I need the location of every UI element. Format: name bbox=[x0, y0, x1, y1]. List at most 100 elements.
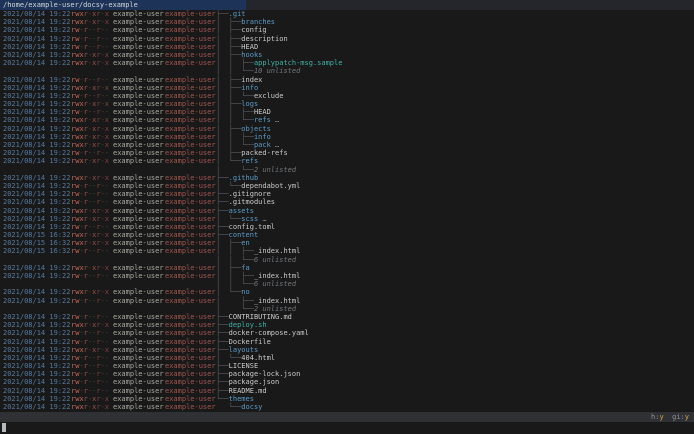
tree-row[interactable]: 2021/08/15 16:32 rwxr-xr-x example-user exa… bbox=[0, 239, 694, 247]
tree-row[interactable]: 2021/08/14 19:22 rw-r--r-- example-user exa… bbox=[0, 26, 694, 34]
file-permissions: rw-r--r-- bbox=[71, 42, 109, 51]
node-name: .gitignore bbox=[228, 190, 271, 199]
file-group: example-user bbox=[165, 231, 216, 240]
tree-row[interactable]: 2021/08/14 19:22 rw-r--r-- example-user exa… bbox=[0, 338, 694, 346]
file-owner: example-user bbox=[113, 370, 164, 379]
file-date: 2021/08/14 19:22 bbox=[3, 394, 71, 403]
tree-row[interactable]: 2021/08/14 19:22 rw-r--r-- example-user exa… bbox=[0, 149, 694, 157]
tree-row[interactable]: │ │ └── 10 unlisted bbox=[0, 67, 694, 75]
file-group: example-user bbox=[165, 378, 216, 387]
file-owner: example-user bbox=[113, 116, 164, 125]
tree-row[interactable]: 2021/08/14 19:22 rw-r--r-- example-user exa… bbox=[0, 182, 694, 190]
tree-row[interactable]: 2021/08/14 19:22 rw-r--r-- example-user exa… bbox=[0, 370, 694, 378]
tree-row[interactable]: │ │ └── 6 unlisted bbox=[0, 256, 694, 264]
tree-row[interactable]: 2021/08/14 19:22 rwxr-xr-x example-user exa… bbox=[0, 157, 694, 165]
node-name: 6 unlisted bbox=[253, 280, 297, 289]
tree-row[interactable]: 2021/08/15 16:32 rw-r--r-- example-user exa… bbox=[0, 247, 694, 255]
tree-row[interactable]: 2021/08/14 19:22 rwxr-xr-x example-user exa… bbox=[0, 288, 694, 296]
file-date bbox=[3, 256, 71, 264]
tree-row[interactable]: 2021/08/14 19:22 rw-r--r-- example-user exa… bbox=[0, 362, 694, 370]
file-owner bbox=[113, 256, 165, 264]
node-name: .gitmodules bbox=[228, 198, 276, 207]
file-group: example-user bbox=[165, 214, 216, 223]
tree-row[interactable]: 2021/08/15 16:32 rwxr-xr-x example-user exa… bbox=[0, 231, 694, 239]
node-name: package.json bbox=[228, 378, 280, 387]
file-date bbox=[3, 280, 71, 288]
tree-row[interactable]: 2021/08/14 19:22 rw-r--r-- example-user exa… bbox=[0, 223, 694, 231]
file-group: example-user bbox=[165, 83, 216, 92]
tree-row[interactable]: 2021/08/14 19:22 rw-r--r-- example-user exa… bbox=[0, 92, 694, 100]
tree-row[interactable]: 2021/08/14 19:22 rw-r--r-- example-user exa… bbox=[0, 108, 694, 116]
file-permissions: rw-r--r-- bbox=[71, 378, 109, 387]
tree-row[interactable]: 2021/08/14 19:22 rw-r--r-- example-user exa… bbox=[0, 35, 694, 43]
file-date: 2021/08/14 19:22 bbox=[3, 378, 71, 387]
file-date: 2021/08/14 19:22 bbox=[3, 198, 71, 207]
tree-row[interactable]: 2021/08/14 19:22 rwxr-xr-x example-user exa… bbox=[0, 141, 694, 149]
file-owner: example-user bbox=[113, 26, 164, 35]
node-name: no bbox=[241, 288, 250, 297]
current-path[interactable]: /home/example-user/docsy-example bbox=[0, 0, 246, 10]
tree-row[interactable]: 2021/08/14 19:22 rwxr-xr-x example-user exa… bbox=[0, 321, 694, 329]
tree-row[interactable]: 2021/08/14 19:22 rwxr-xr-x example-user exa… bbox=[0, 59, 694, 67]
tree-row[interactable]: 2021/08/14 19:22 rwxr-xr-x example-user exa… bbox=[0, 116, 694, 124]
file-owner: example-user bbox=[113, 124, 164, 133]
file-group: example-user bbox=[165, 222, 216, 231]
tree-row[interactable]: │ └── 2 unlisted bbox=[0, 305, 694, 313]
file-permissions: rw-r--r-- bbox=[71, 108, 109, 117]
tree-branch: │ ├── bbox=[216, 124, 242, 133]
node-name: _index.html bbox=[253, 247, 301, 256]
node-name: _index.html bbox=[253, 272, 301, 280]
file-permissions: rwxr-xr-x bbox=[71, 263, 109, 272]
tree-row[interactable]: 2021/08/14 19:22 rwxr-xr-x example-user exa… bbox=[0, 125, 694, 133]
tree-row[interactable]: 2021/08/14 19:22 rwxr-xr-x example-user exa… bbox=[0, 346, 694, 354]
tree-row[interactable]: 2021/08/14 19:22 rw-r--r-- example-user exa… bbox=[0, 313, 694, 321]
file-group: example-user bbox=[165, 312, 216, 321]
tree-row[interactable]: 2021/08/14 19:22 rw-r--r-- example-user exa… bbox=[0, 76, 694, 84]
tree-row[interactable]: 2021/08/14 19:22 rw-r--r-- example-user exa… bbox=[0, 329, 694, 337]
tree-row[interactable]: 2021/08/14 19:22 rwxr-xr-x example-user exa… bbox=[0, 84, 694, 92]
file-group: example-user bbox=[165, 116, 216, 125]
search-input-line[interactable] bbox=[0, 422, 694, 434]
tree-row[interactable]: 2021/08/14 19:22 rw-r--r-- example-user exa… bbox=[0, 190, 694, 198]
file-owner: example-user bbox=[113, 312, 164, 321]
file-owner: example-user bbox=[113, 108, 164, 117]
tree-row[interactable]: 2021/08/14 19:22 rwxr-xr-x example-user exa… bbox=[0, 264, 694, 272]
tree-row[interactable]: 2021/08/14 19:22 rwxr-xr-x example-user exa… bbox=[0, 133, 694, 141]
tree-row[interactable]: 2021/08/14 19:22 rw-r--r-- example-user exa… bbox=[0, 198, 694, 206]
node-name: layouts bbox=[228, 345, 259, 354]
file-date: 2021/08/14 19:22 bbox=[3, 345, 71, 354]
file-owner: example-user bbox=[113, 403, 164, 411]
file-owner: example-user bbox=[113, 141, 164, 149]
file-permissions: rw-r--r-- bbox=[71, 222, 109, 231]
file-date: 2021/08/14 19:22 bbox=[3, 91, 71, 100]
file-permissions: rw-r--r-- bbox=[71, 247, 109, 256]
file-permissions: rwxr-xr-x bbox=[71, 239, 109, 248]
tree-row[interactable]: 2021/08/14 19:22 rw-r--r-- example-user exa… bbox=[0, 378, 694, 386]
tree-row[interactable]: 2021/08/14 19:22 rw-r--r-- example-user exa… bbox=[0, 272, 694, 280]
flag-label: gi: bbox=[672, 413, 685, 421]
tree-row[interactable]: 2021/08/14 19:22 rwxr-xr-x example-user exa… bbox=[0, 207, 694, 215]
tree-row[interactable]: 2021/08/14 19:22 rw-r--r-- example-user exa… bbox=[0, 354, 694, 362]
file-permissions: rwxr-xr-x bbox=[71, 214, 109, 223]
tree-row[interactable]: │ └── 2 unlisted bbox=[0, 166, 694, 174]
node-name: assets bbox=[228, 206, 254, 215]
tree-row[interactable]: 2021/08/14 19:22 rwxr-xr-x example-user exa… bbox=[0, 403, 694, 411]
tree-row[interactable]: │ │ └── 6 unlisted bbox=[0, 280, 694, 288]
tree-row[interactable]: 2021/08/14 19:22 rwxr-xr-x example-user exa… bbox=[0, 100, 694, 108]
node-name: dependabot.yml bbox=[241, 181, 301, 190]
tree-row[interactable]: 2021/08/14 19:22 rwxr-xr-x example-user exa… bbox=[0, 215, 694, 223]
file-owner bbox=[113, 166, 165, 174]
tree-row[interactable]: 2021/08/14 19:22 rwxr-xr-x example-user exa… bbox=[0, 395, 694, 403]
file-permissions: rw-r--r-- bbox=[71, 312, 109, 321]
tree-row[interactable]: 2021/08/14 19:22 rwxr-xr-x example-user exa… bbox=[0, 174, 694, 182]
tree-branch: ├── bbox=[216, 222, 229, 231]
tree-row[interactable]: 2021/08/14 19:22 rwxr-xr-x example-user exa… bbox=[0, 51, 694, 59]
tree-row[interactable]: 2021/08/14 19:22 rw-r--r-- example-user exa… bbox=[0, 387, 694, 395]
tree-row[interactable]: 2021/08/14 19:22 rwxr-xr-x example-user exa… bbox=[0, 10, 694, 18]
file-owner: example-user bbox=[113, 91, 164, 100]
tree-row[interactable]: 2021/08/14 19:22 rwxr-xr-x example-user exa… bbox=[0, 18, 694, 26]
node-name: 2 unlisted bbox=[253, 165, 297, 174]
tree-row[interactable]: 2021/08/14 19:22 rw-r--r-- example-user exa… bbox=[0, 43, 694, 51]
node-name: themes bbox=[228, 394, 254, 403]
tree-row[interactable]: 2021/08/14 19:22 rw-r--r-- example-user exa… bbox=[0, 297, 694, 305]
